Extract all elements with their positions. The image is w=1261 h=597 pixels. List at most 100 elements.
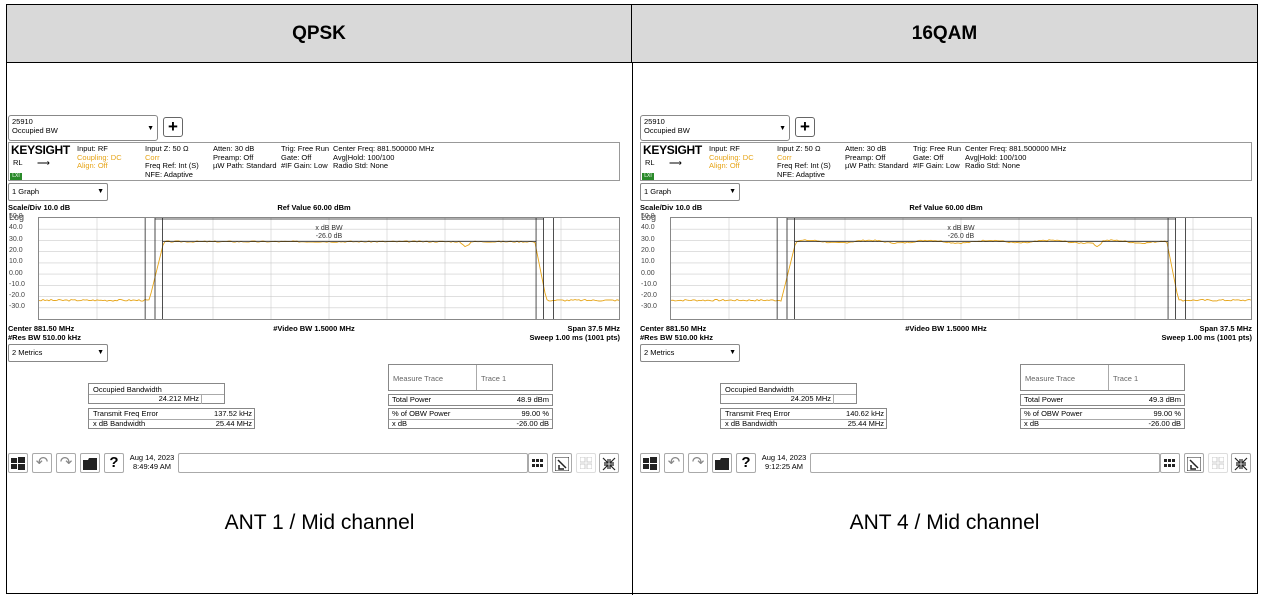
mode-selector[interactable]: 25910 Occupied BW ▼ [640,115,790,141]
input-arrow-icon: ⟶ [37,158,50,168]
divider [833,394,834,404]
total-power-value: 49.3 dBm [1148,395,1181,404]
add-mode-button[interactable]: + [163,117,183,137]
y-tick-label: 10.0 [9,258,23,266]
input-column[interactable]: Input: RF Coupling: DC Align: Off [77,144,122,171]
total-power-box: Total Power 48.9 dBm [388,394,553,406]
settings-panel: KEYSIGHT RL ⟶ LXI Input: RF Coupling: DC… [8,142,620,181]
undo-icon[interactable]: ↶ [664,453,684,473]
trigger-column[interactable]: Trig: Free Run Gate: Off #IF Gain: Low [913,144,961,171]
occupied-bw-value: 24.212 MHz [158,394,199,403]
input-column[interactable]: Input: RF Coupling: DC Align: Off [709,144,754,171]
spectrum-plot[interactable]: x dB BW -26.0 dB [670,217,1252,320]
freq-column[interactable]: Center Freq: 881.500000 MHz Avg|Hold: 10… [965,144,1066,171]
xdb-bw-annotation: x dB BW -26.0 dB [941,225,981,240]
measure-trace-label: Measure Trace [393,374,444,383]
analyzer-screen-qpsk: 25910 Occupied BW ▼ + KEYSIGHT RL ⟶ LXI … [8,115,620,477]
y-tick-label: -20.0 [641,292,657,300]
windows-icon[interactable] [8,453,28,473]
obw-metrics-box: % of OBW Power 99.00 % x dB -26.00 dB [388,408,553,429]
status-bar [810,453,1160,473]
chevron-down-icon: ▼ [97,349,104,356]
chevron-down-icon: ▼ [779,125,786,132]
help-icon[interactable]: ? [736,453,756,473]
folder-icon[interactable] [80,453,100,473]
metrics-selector[interactable]: 2 Metrics ▼ [640,344,740,362]
y-tick-label: -10.0 [9,280,25,288]
lxi-badge: LXI [642,173,654,180]
graph-selector-label: 1 Graph [12,187,40,196]
obw-power-value: 99.00 % [1153,409,1181,418]
input-z-column[interactable]: Input Z: 50 Ω Corr Freq Ref: Int (S) NFE… [145,144,199,180]
metrics-selector-label: 2 Metrics [644,348,675,357]
measure-trace-box[interactable]: Measure Trace Trace 1 [388,364,553,391]
y-tick-label: 0.00 [9,269,23,277]
trigger-column[interactable]: Trig: Free Run Gate: Off #IF Gain: Low [281,144,329,171]
transmit-metrics-box: Transmit Freq Error 140.62 kHz x dB Band… [720,408,887,429]
touch-icon[interactable] [1184,453,1204,473]
time: 8:49:49 AM [133,461,171,471]
divider [89,394,224,395]
tfe-value: 140.62 kHz [846,409,884,418]
xdb-bw-value: -26.0 dB [315,232,343,240]
brand-logo: KEYSIGHT [11,143,70,157]
xdb-bw-row-value: 25.44 MHz [215,419,252,428]
obw-metrics-box: % of OBW Power 99.00 % x dB -26.00 dB [1020,408,1185,429]
undo-icon[interactable]: ↶ [32,453,52,473]
metrics-selector-label: 2 Metrics [12,348,43,357]
chevron-down-icon: ▼ [147,125,154,132]
caption-ant1: ANT 1 / Mid channel [224,511,415,534]
y-tick-label: -30.0 [9,303,25,311]
nfe: NFE: Adaptive [145,169,193,179]
video-bw-label: #Video BW 1.5000 MHz [273,324,355,333]
folder-icon[interactable] [712,453,732,473]
metrics-selector[interactable]: 2 Metrics ▼ [8,344,108,362]
graph-selector[interactable]: 1 Graph ▼ [640,183,740,201]
keypad-icon[interactable] [528,453,548,473]
res-bw-label: #Res BW 510.00 kHz [8,333,81,342]
status-bar [178,453,528,473]
datetime: Aug 14, 2023 8:49:49 AM [128,453,176,471]
taskbar: ↶ ↷ ? Aug 14, 2023 8:49:49 AM [8,451,620,475]
touch-icon[interactable] [552,453,572,473]
analyzer-screen-16qam: 25910 Occupied BW ▼ + KEYSIGHT RL ⟶ LXI … [640,115,1252,477]
y-tick-label: 40.0 [641,224,655,232]
time: 9:12:25 AM [765,461,803,471]
occupied-bw-value: 24.205 MHz [790,394,831,403]
windows-icon[interactable] [640,453,660,473]
graph-selector[interactable]: 1 Graph ▼ [8,183,108,201]
redo-icon[interactable]: ↷ [56,453,76,473]
occupied-bw-box: Occupied Bandwidth 24.205 MHz [720,383,857,404]
divider [1108,365,1109,390]
occupied-bw-box: Occupied Bandwidth 24.212 MHz [88,383,225,404]
keypad-icon[interactable] [1160,453,1180,473]
rl-label: RL [645,158,655,167]
video-bw-label: #Video BW 1.5000 MHz [905,324,987,333]
xdb-bw-row-value: 25.44 MHz [847,419,884,428]
y-tick-label: 10.0 [641,258,655,266]
y-tick-label: 50.0 [9,213,23,220]
radio-std: Radio Std: None [333,161,389,171]
atten-column[interactable]: Atten: 30 dB Preamp: Off µW Path: Standa… [213,144,277,171]
mode-selector[interactable]: 25910 Occupied BW ▼ [8,115,158,141]
collapse-icon[interactable] [599,453,619,473]
input-z-column[interactable]: Input Z: 50 Ω Corr Freq Ref: Int (S) NFE… [777,144,831,180]
rl-label: RL [13,158,23,167]
radio-std: Radio Std: None [965,161,1021,171]
redo-icon[interactable]: ↷ [688,453,708,473]
atten-column[interactable]: Atten: 30 dB Preamp: Off µW Path: Standa… [845,144,909,171]
grid-icon[interactable] [1208,453,1228,473]
divider [476,365,477,390]
tfe-value: 137.52 kHz [214,409,252,418]
measure-trace-box[interactable]: Measure Trace Trace 1 [1020,364,1185,391]
freq-column[interactable]: Center Freq: 881.500000 MHz Avg|Hold: 10… [333,144,434,171]
y-tick-label: 40.0 [9,224,23,232]
spectrum-plot[interactable]: x dB BW -26.0 dB [38,217,620,320]
collapse-icon[interactable] [1231,453,1251,473]
header-16qam: 16QAM [632,5,1257,63]
grid-icon[interactable] [576,453,596,473]
help-icon[interactable]: ? [104,453,124,473]
y-tick-label: -10.0 [641,280,657,288]
sweep-label: Sweep 1.00 ms (1001 pts) [529,333,620,342]
add-mode-button[interactable]: + [795,117,815,137]
